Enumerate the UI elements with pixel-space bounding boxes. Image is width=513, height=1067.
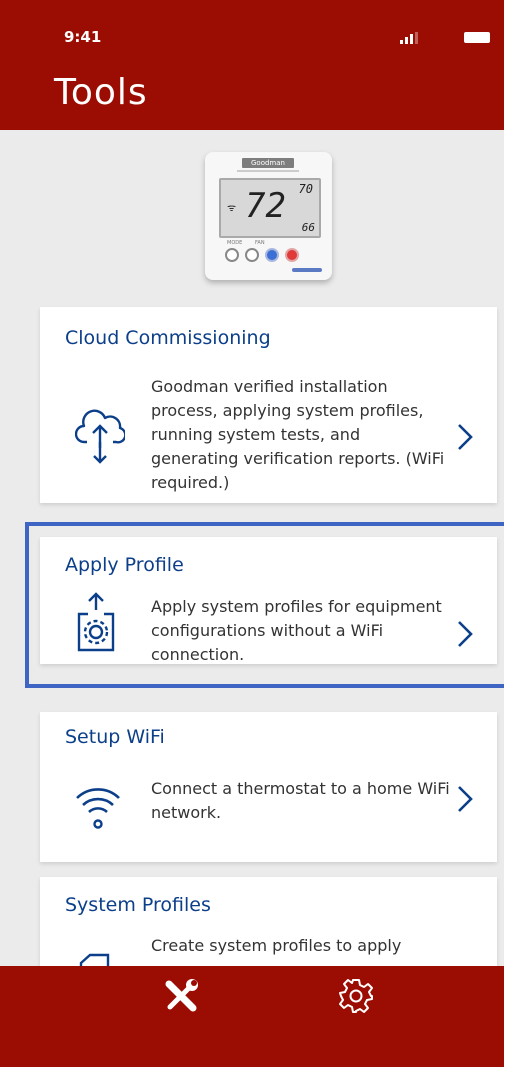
lcd-temperature: 72 <box>245 186 286 226</box>
signal-icon <box>400 32 418 44</box>
thermostat-display: ᯤ 72 70 66 <box>219 178 321 238</box>
card-title: Setup WiFi <box>65 726 165 748</box>
battery-icon <box>464 32 490 43</box>
chevron-right-icon <box>458 424 473 450</box>
app-header: 9:41 Tools <box>0 0 504 130</box>
thermostat-button-labels: MODE FAN <box>227 240 265 246</box>
wifi-icon <box>76 788 120 829</box>
thermostat-brand: Goodman <box>242 158 294 168</box>
lcd-wifi-icon: ᯤ <box>227 203 237 214</box>
up-button-graphic <box>285 248 299 262</box>
thermostat-subtitle-bar <box>237 170 299 172</box>
mode-button-graphic <box>225 248 239 262</box>
lcd-setpoint-top: 70 <box>298 182 313 196</box>
lcd-setpoint-bottom: 66 <box>301 221 315 234</box>
card-description: Connect a thermostat to a home WiFi netw… <box>151 779 450 822</box>
fan-button-graphic <box>245 248 259 262</box>
tool-card-setup-wifi[interactable]: Setup WiFi Connect a thermostat to a hom… <box>40 712 497 862</box>
mode-label: MODE <box>227 240 243 246</box>
cloud-sync-icon <box>75 409 125 464</box>
tools-icon[interactable] <box>161 976 201 1016</box>
thermostat-image: Goodman ᯤ 72 70 66 MODE FAN <box>205 152 332 280</box>
thermostat-buttons <box>225 248 299 262</box>
chevron-right-icon <box>458 786 473 812</box>
tool-card-cloud-commissioning[interactable]: Cloud Commissioning Goodman verified ins… <box>40 307 497 503</box>
chevron-right-icon <box>458 621 473 647</box>
page-title: Tools <box>54 72 148 113</box>
status-time: 9:41 <box>64 28 102 46</box>
tool-card-apply-profile[interactable]: Apply Profile Apply system profiles for … <box>40 537 497 664</box>
tab-bar <box>0 966 504 1067</box>
card-title: Cloud Commissioning <box>65 327 271 349</box>
apply-profile-icon <box>77 592 115 652</box>
thermostat-brand-mark <box>292 268 322 272</box>
card-title: Apply Profile <box>65 554 184 576</box>
app-screen: 9:41 Tools Goodman ᯤ 72 70 66 MODE FAN C… <box>0 0 504 1067</box>
card-title: System Profiles <box>65 894 211 916</box>
gear-icon[interactable] <box>336 976 376 1016</box>
card-description: Goodman verified installation process, a… <box>151 377 445 492</box>
card-description: Apply system profiles for equipment conf… <box>151 597 442 664</box>
card-description: Create system profiles to apply <box>151 936 402 955</box>
fan-label: FAN <box>254 240 265 246</box>
down-button-graphic <box>265 248 279 262</box>
